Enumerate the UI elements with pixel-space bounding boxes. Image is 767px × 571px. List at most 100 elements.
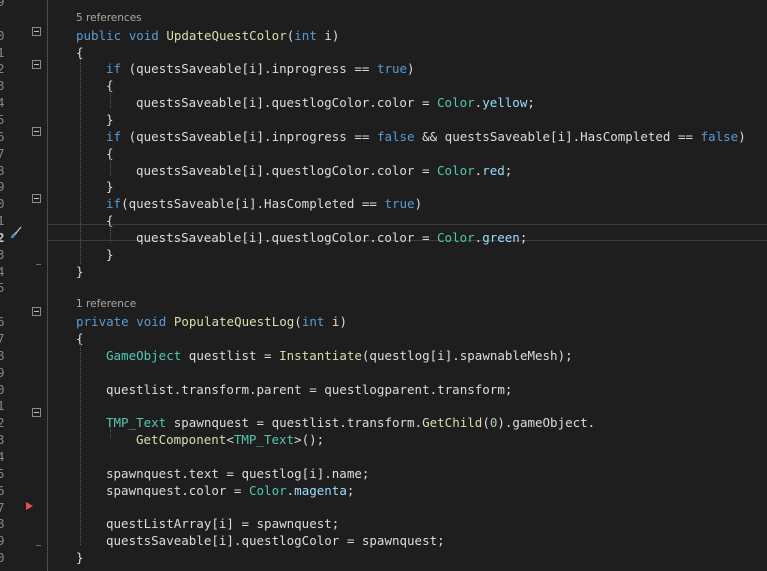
code-line[interactable]: 3 GetComponent<TMP_Text>(); bbox=[0, 431, 767, 448]
code-line[interactable]: 1 bbox=[0, 397, 767, 414]
code-token: ) bbox=[414, 196, 423, 212]
code-text: questlist.transform.parent = questlogpar… bbox=[106, 381, 512, 398]
code-line[interactable]: 4 questsSaveable[i].questlogColor.color =… bbox=[0, 94, 767, 111]
line-number: 9 bbox=[0, 0, 5, 9]
code-line[interactable]: 9 bbox=[0, 0, 767, 10]
code-token: ; bbox=[519, 229, 528, 245]
code-token: UpdateQuestColor bbox=[166, 27, 287, 43]
line-number: 2 bbox=[0, 61, 5, 77]
line-number: 5 bbox=[0, 280, 5, 296]
code-token: int bbox=[301, 314, 325, 330]
code-line[interactable]: 3{ bbox=[0, 77, 767, 94]
line-number: 0 bbox=[0, 196, 5, 212]
code-line[interactable]: 4} bbox=[0, 263, 767, 280]
fold-toggle-icon[interactable] bbox=[32, 27, 41, 36]
code-token: questsSaveable[i].questlogColor = spawnq… bbox=[106, 533, 445, 549]
code-token: if bbox=[106, 196, 122, 212]
code-line[interactable]: 9 bbox=[0, 364, 767, 381]
code-token: spawnquest = questlist.transform. bbox=[166, 415, 423, 431]
code-line[interactable]: 1 reference bbox=[0, 296, 767, 313]
fold-toggle-icon[interactable] bbox=[32, 307, 41, 316]
code-line[interactable]: 0} bbox=[0, 549, 767, 566]
code-token: (questsSaveable[i].inprogress == bbox=[121, 128, 377, 144]
line-number: 8 bbox=[0, 347, 5, 363]
code-text: spawnquest.text = questlog[i].name; bbox=[106, 465, 369, 482]
line-number: 7 bbox=[0, 331, 5, 346]
code-line[interactable]: 5} bbox=[0, 111, 767, 128]
fold-toggle-icon[interactable] bbox=[32, 194, 41, 203]
line-number: 6 bbox=[0, 128, 5, 144]
code-line[interactable]: 8 questsSaveable[i].questlogColor.color =… bbox=[0, 162, 767, 179]
codelens-references[interactable]: 1 reference bbox=[76, 296, 136, 313]
code-token: Color bbox=[249, 482, 287, 498]
breakpoint-arrow-icon[interactable] bbox=[26, 502, 33, 510]
code-token: questsSaveable[i].questlogColor.color = bbox=[136, 95, 438, 111]
code-line[interactable]: 1{ bbox=[0, 212, 767, 229]
code-line[interactable]: 8 questListArray[i] = spawnquest; bbox=[0, 515, 767, 532]
code-token: questListArray[i] = spawnquest; bbox=[106, 516, 340, 532]
line-number: 2 bbox=[0, 415, 5, 431]
code-line[interactable]: 5 spawnquest.text = questlog[i].name; bbox=[0, 465, 767, 482]
line-number: 0 bbox=[0, 550, 5, 566]
quick-action-brush-icon[interactable] bbox=[10, 225, 24, 239]
code-line[interactable] bbox=[0, 566, 767, 571]
code-token: (questsSaveable[i].HasCompleted == bbox=[121, 196, 385, 212]
code-line[interactable]: 2 if (questsSaveable[i].inprogress == tru… bbox=[0, 60, 767, 77]
code-line[interactable]: 0 if(questsSaveable[i].HasCompleted == tr… bbox=[0, 195, 767, 212]
indent-guide-if-3 bbox=[110, 223, 111, 243]
line-number: 4 bbox=[0, 95, 5, 111]
code-text: if (questsSaveable[i].inprogress == true… bbox=[106, 60, 415, 77]
line-number: 3 bbox=[0, 432, 5, 448]
code-token: void bbox=[136, 314, 167, 330]
line-number: 3 bbox=[0, 246, 5, 262]
fold-toggle-icon[interactable] bbox=[32, 127, 41, 136]
fold-toggle-icon[interactable] bbox=[32, 408, 41, 417]
code-token: void bbox=[128, 27, 159, 43]
code-token: } bbox=[76, 550, 84, 566]
code-line[interactable]: 5 bbox=[0, 279, 767, 296]
code-token: ) bbox=[407, 61, 415, 77]
line-number: 0 bbox=[0, 27, 5, 43]
code-line[interactable]: 2 TMP_Text spawnquest = questlist.transfo… bbox=[0, 414, 767, 431]
code-line[interactable]: 8 GameObject questlist = Instantiate(ques… bbox=[0, 347, 767, 364]
code-line[interactable]: 9 questsSaveable[i].questlogColor = spawn… bbox=[0, 532, 767, 549]
line-number: 5 bbox=[0, 111, 5, 127]
code-line[interactable]: 2 questsSaveable[i].questlogColor.color =… bbox=[0, 229, 767, 246]
code-token: questsSaveable[i].questlogColor.color = bbox=[136, 229, 438, 245]
code-line[interactable]: 6 if (questsSaveable[i].inprogress == fal… bbox=[0, 128, 767, 145]
code-token: red bbox=[482, 162, 505, 178]
code-token: TMP_Text bbox=[233, 432, 295, 448]
line-number: 2 bbox=[0, 229, 5, 245]
code-line[interactable]: 5 references bbox=[0, 10, 767, 27]
code-line[interactable]: 7{ bbox=[0, 145, 767, 162]
code-token: magenta bbox=[294, 482, 347, 498]
fold-toggle-icon[interactable] bbox=[32, 60, 41, 69]
line-number: 1 bbox=[0, 398, 5, 414]
code-text: TMP_Text spawnquest = questlist.transfor… bbox=[106, 414, 595, 431]
code-line[interactable]: 9} bbox=[0, 178, 767, 195]
code-editor[interactable]: 9 5 references 0 public void UpdateQuestCol… bbox=[0, 0, 767, 571]
code-token: false bbox=[376, 128, 415, 144]
line-number: 0 bbox=[0, 381, 5, 397]
code-line[interactable]: 0 questlist.transform.parent = questlogpa… bbox=[0, 381, 767, 398]
line-number: 1 bbox=[0, 213, 5, 229]
line-number: 4 bbox=[0, 263, 5, 279]
code-text: questsSaveable[i].questlogColor.color = … bbox=[136, 229, 527, 246]
code-token: TMP_Text bbox=[106, 415, 167, 431]
code-line[interactable]: 6 private void PopulateQuestLog(int i) bbox=[0, 313, 767, 330]
line-number: 7 bbox=[0, 145, 5, 161]
code-line[interactable]: 6 spawnquest.color = Color.magenta; bbox=[0, 482, 767, 499]
code-token: green bbox=[482, 229, 520, 245]
code-line[interactable]: 3} bbox=[0, 246, 767, 263]
code-line[interactable]: 7 bbox=[0, 499, 767, 516]
code-line[interactable]: 1{ bbox=[0, 44, 767, 61]
code-line[interactable]: 0 public void UpdateQuestColor(int i) bbox=[0, 27, 767, 44]
code-token: (questsSaveable[i].inprogress == bbox=[121, 61, 377, 77]
code-token: i) bbox=[324, 314, 347, 330]
code-line[interactable]: 4 bbox=[0, 448, 767, 465]
code-text: } bbox=[106, 111, 114, 128]
codelens-references[interactable]: 5 references bbox=[76, 10, 142, 27]
code-token: i) bbox=[316, 27, 340, 43]
code-line[interactable]: 7{ bbox=[0, 330, 767, 347]
code-token: GetChild bbox=[422, 415, 483, 431]
